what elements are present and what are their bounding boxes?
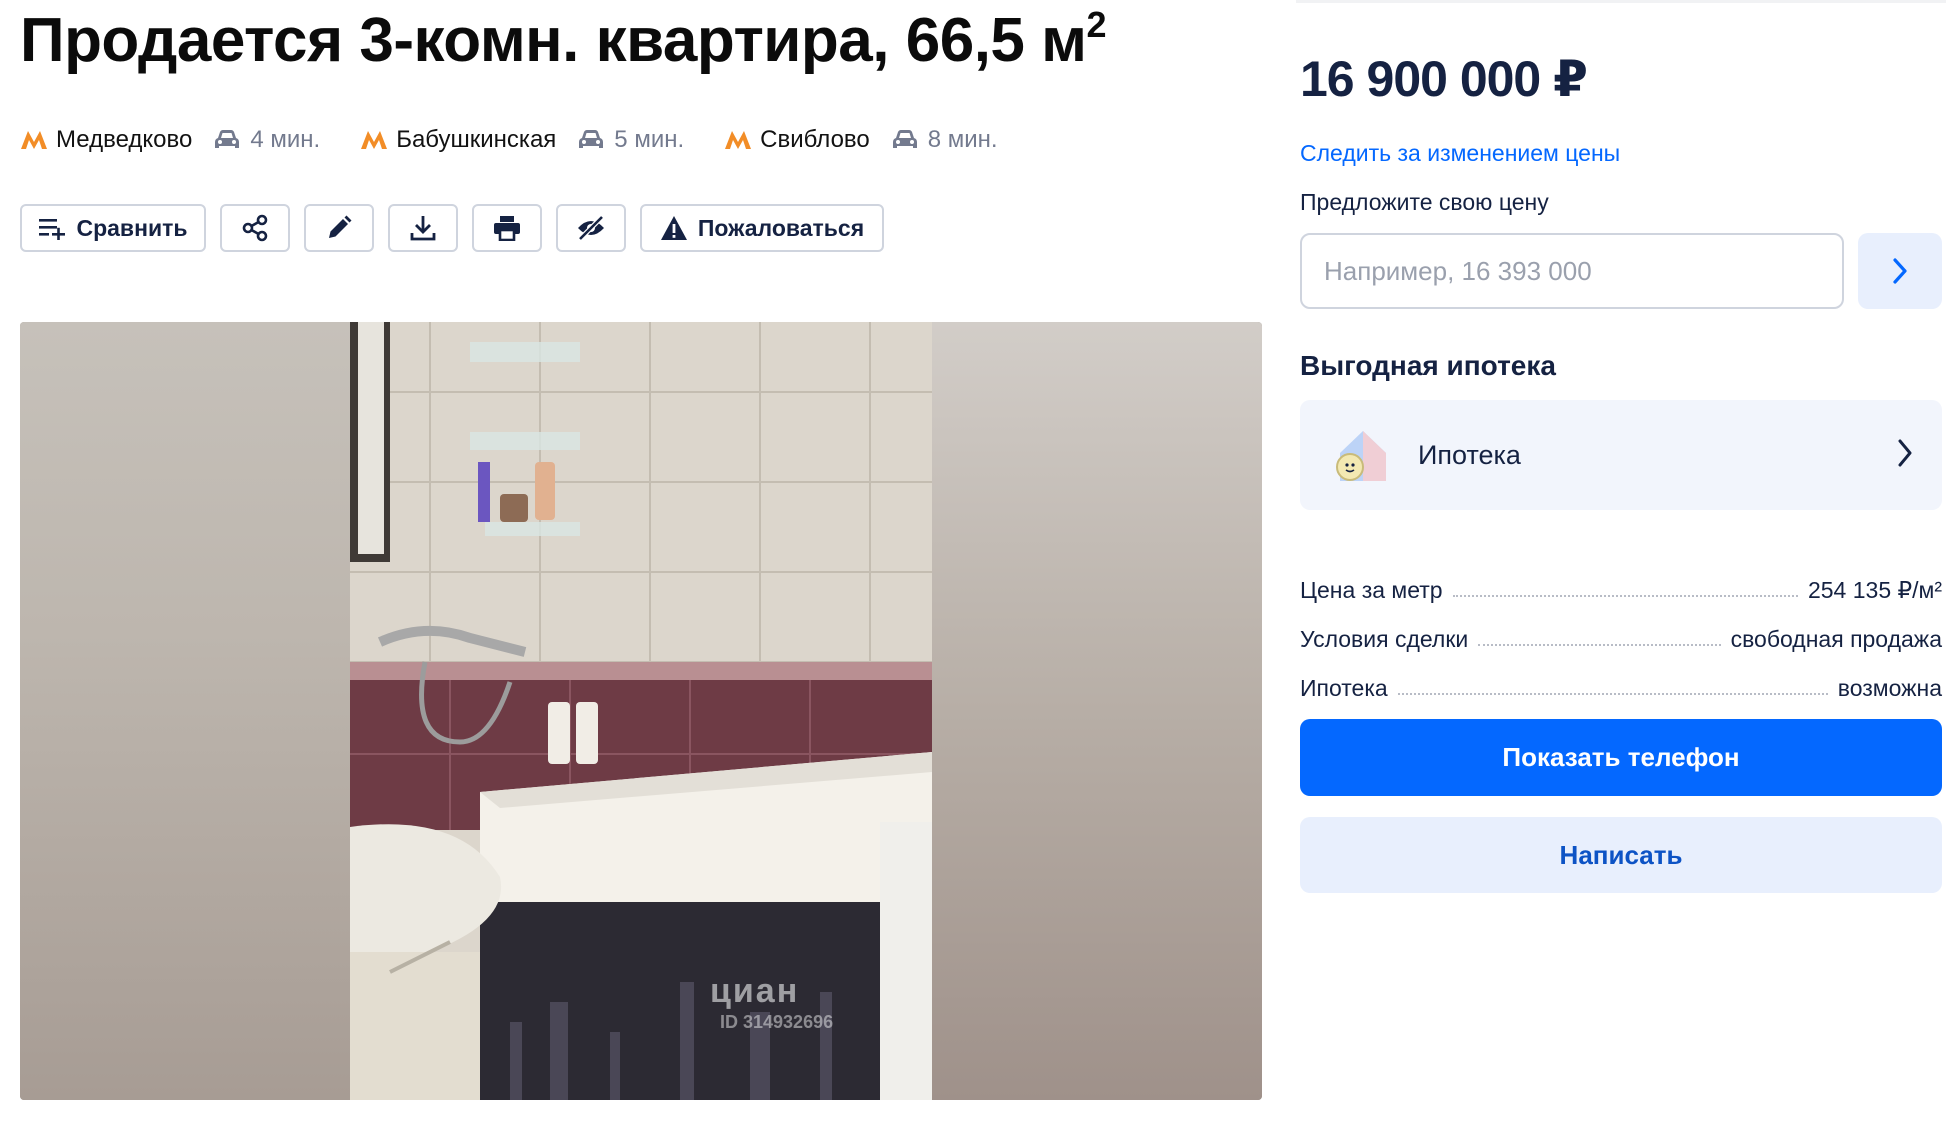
print-button[interactable] [472,204,542,252]
fact-leader [1478,644,1721,646]
metro-list: Медведково 4 мин. Бабушкинская 5 мин. Св… [20,122,1038,158]
download-button[interactable] [388,204,458,252]
pencil-icon [329,215,352,238]
mortgage-card[interactable]: Ипотека [1300,400,1942,510]
watch-price-link[interactable]: Следить за изменением цены [1300,140,1620,167]
photo-blur-left [20,322,350,1100]
bathroom-photo [350,322,932,1100]
metro-m-icon [20,129,48,151]
fact-row: Цена за метр 254 135 ₽/м² [1300,555,1942,604]
compare-list-icon [39,219,66,240]
travel-time: 5 мин. [614,126,685,153]
report-button[interactable]: Пожаловаться [640,204,884,252]
write-message-button[interactable]: Написать [1300,817,1942,893]
car-icon [892,129,918,151]
metro-item-babushkinskaya[interactable]: Бабушкинская 5 мин. [360,126,684,154]
edit-button[interactable] [304,204,374,252]
mortgage-card-label: Ипотека [1418,439,1521,470]
metro-item-medvedkovo[interactable]: Медведково 4 мин. [20,126,320,154]
action-toolbar: Сравнить Пожаловаться [20,204,898,252]
photo-gallery[interactable]: циан ID 314932696 [20,322,1262,1100]
offer-price-input[interactable] [1300,233,1844,309]
travel-time: 4 мин. [250,126,321,153]
fact-key: Цена за метр [1300,577,1443,603]
metro-station: Медведково [56,126,193,153]
fact-row: Условия сделки свободная продажа [1300,604,1942,653]
chevron-right-icon [1893,258,1907,284]
price: 16 900 000 ₽ [1300,51,1588,107]
print-icon [494,216,520,241]
offer-submit-button[interactable] [1858,233,1942,309]
fact-row: Ипотека возможна [1300,653,1942,702]
fact-key: Условия сделки [1300,626,1469,652]
travel-time: 8 мин. [927,126,998,153]
compare-button[interactable]: Сравнить [20,204,206,252]
facts-list: Цена за метр 254 135 ₽/м² Условия сделки… [1300,555,1942,702]
fact-leader [1452,595,1798,597]
share-button[interactable] [220,204,290,252]
fact-leader [1397,693,1828,695]
photo-watermark-id: ID 314932696 [720,1012,834,1032]
download-icon [410,216,436,241]
photo-blur-right [932,322,1262,1100]
offer-price-label: Предложите свою цену [1300,189,1549,215]
show-phone-button[interactable]: Показать телефон [1300,719,1942,796]
metro-station: Свиблово [760,126,870,153]
warning-icon [660,216,687,240]
metro-m-icon [724,129,752,151]
chevron-right-icon [1898,439,1912,467]
report-label: Пожаловаться [697,214,865,241]
photo-watermark: циан [710,972,800,1010]
metro-item-sviblovo[interactable]: Свиблово 8 мин. [724,126,998,154]
car-icon [214,129,240,151]
car-icon [578,129,604,151]
fact-value: 254 135 ₽/м² [1807,577,1942,603]
mortgage-heading: Выгодная ипотека [1300,350,1556,381]
metro-m-icon [360,129,388,151]
hide-icon [578,215,604,241]
metro-station: Бабушкинская [396,126,557,153]
fact-key: Ипотека [1300,675,1388,701]
fact-value: свободная продажа [1730,626,1942,652]
house-coin-icon [1336,431,1386,481]
page-title: Продается 3-комн. квартира, 66,5 м2 [20,4,1107,75]
hide-button[interactable] [556,204,626,252]
compare-label: Сравнить [76,214,188,241]
share-icon [242,214,268,242]
header-divider [1296,0,1946,3]
fact-value: возможна [1837,675,1942,701]
